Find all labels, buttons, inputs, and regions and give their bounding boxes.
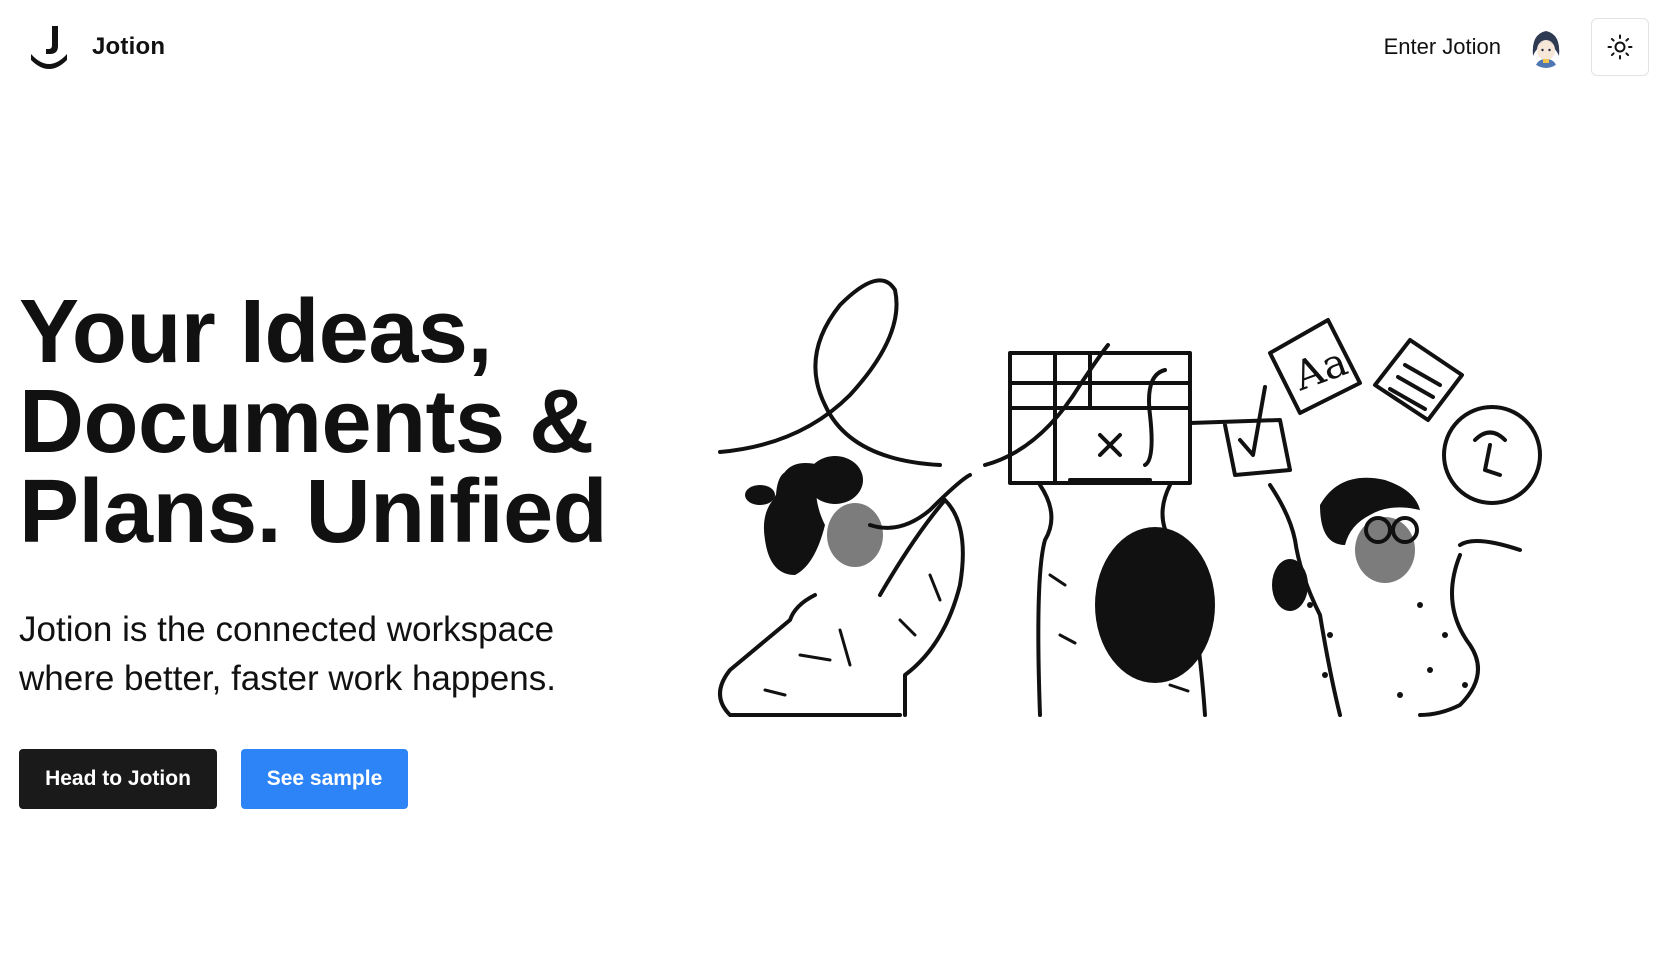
brand[interactable]: Jotion	[28, 24, 165, 70]
user-avatar[interactable]	[1527, 26, 1565, 68]
people-collaborating-illustration: Aa	[718, 278, 1542, 717]
sun-icon	[1607, 34, 1633, 60]
enter-jotion-link[interactable]: Enter Jotion	[1384, 34, 1501, 60]
cta-buttons: Head to Jotion See sample	[19, 749, 408, 809]
top-navigation-bar: Jotion Enter Jotion	[0, 0, 1661, 96]
hero-subtext: Jotion is the connected workspace where …	[19, 605, 679, 703]
hero-headline: Your Ideas, Documents & Plans. Unified	[19, 287, 679, 557]
hero-text: Your Ideas, Documents & Plans. Unified J…	[19, 287, 679, 703]
brand-name: Jotion	[92, 33, 166, 60]
nav-actions: Enter Jotion	[1384, 18, 1649, 76]
theme-toggle-button[interactable]	[1591, 18, 1649, 76]
head-to-jotion-button[interactable]: Head to Jotion	[19, 749, 217, 809]
subtext-line: Jotion is the connected workspace	[19, 610, 555, 649]
jotion-logo-icon	[31, 26, 67, 69]
headline-line: Documents &	[19, 372, 594, 472]
headline-line: Plans. Unified	[19, 462, 608, 562]
avatar-icon	[1527, 26, 1565, 68]
headline-line: Your Ideas,	[19, 282, 492, 382]
subtext-line: where better, faster work happens.	[19, 659, 556, 698]
see-sample-button[interactable]: See sample	[241, 749, 408, 809]
